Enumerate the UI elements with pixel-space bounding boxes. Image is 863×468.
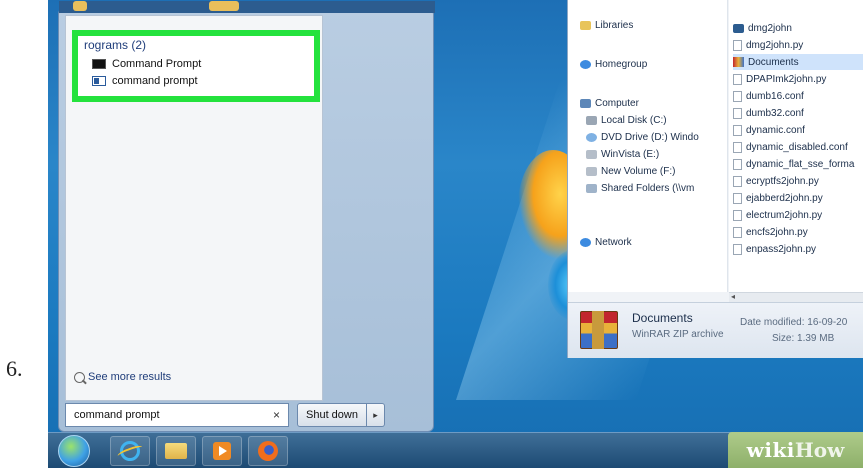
file-icon (733, 90, 742, 102)
file-item[interactable]: dumb16.conf (733, 88, 804, 104)
shutdown-options-arrow-icon[interactable]: ▸ (366, 403, 385, 427)
firefox-icon (258, 441, 278, 461)
cmd-window-icon (92, 76, 106, 86)
file-item[interactable]: dmg2john (733, 20, 792, 36)
shutdown-group: Shut down ▸ (297, 403, 385, 427)
usb-drive-icon (586, 167, 597, 176)
file-item[interactable]: dynamic_flat_sse_forma (733, 156, 854, 172)
file-item[interactable]: dynamic.conf (733, 122, 805, 138)
details-date-modified: Date modified: 16-09-20 (740, 317, 848, 328)
file-item[interactable]: electrum2john.py (733, 207, 822, 223)
nav-network[interactable]: Network (580, 237, 632, 248)
taskbar-media-player[interactable] (202, 436, 242, 466)
details-file-name: Documents (632, 311, 693, 325)
file-item[interactable]: dumb32.conf (733, 105, 804, 121)
file-icon (733, 209, 742, 221)
results-heading: rograms (2) (84, 38, 147, 52)
step-number: 6. (6, 356, 23, 381)
result-command-prompt-alt[interactable]: command prompt (92, 75, 198, 87)
file-icon (733, 226, 742, 238)
dvd-drive-icon (586, 133, 597, 142)
folder-icon (165, 443, 187, 459)
file-icon (733, 73, 742, 85)
horizontal-scrollbar[interactable]: ◂ (729, 292, 863, 302)
nav-new-volume[interactable]: New Volume (F:) (586, 166, 675, 177)
homegroup-icon (580, 60, 591, 69)
internet-explorer-icon (120, 441, 140, 461)
highlight-box: rograms (2) Command Prompt command promp… (72, 30, 320, 102)
desktop-screenshot: Libraries Homegroup Computer Local Disk … (48, 0, 863, 468)
file-item[interactable]: DPAPImk2john.py (733, 71, 826, 87)
start-orb-icon[interactable] (58, 435, 90, 467)
nav-computer[interactable]: Computer (580, 98, 639, 109)
search-results-panel: rograms (2) Command Prompt command promp… (65, 15, 323, 401)
nav-shared-folders[interactable]: Shared Folders (\\vm (586, 183, 694, 194)
file-item[interactable]: dmg2john.py (733, 37, 803, 53)
file-list: dmg2john dmg2john.py Documents DPAPImk2j… (729, 0, 863, 292)
libraries-icon (580, 21, 591, 30)
drive-icon (586, 150, 597, 159)
nav-winvista[interactable]: WinVista (E:) (586, 149, 659, 160)
search-input-value: command prompt (74, 409, 160, 421)
wikihow-watermark: wiki How (728, 432, 863, 468)
taskbar-firefox[interactable] (248, 436, 288, 466)
clear-search-icon[interactable]: × (273, 408, 280, 422)
file-item[interactable]: enpass2john.py (733, 241, 816, 257)
navigation-pane: Libraries Homegroup Computer Local Disk … (568, 0, 728, 292)
file-icon (733, 107, 742, 119)
explorer-window: Libraries Homegroup Computer Local Disk … (567, 0, 863, 358)
cmd-black-icon (92, 59, 106, 69)
file-item[interactable]: ejabberd2john.py (733, 190, 823, 206)
computer-icon (580, 99, 591, 108)
file-item[interactable]: dynamic_disabled.conf (733, 139, 848, 155)
pinned-icon (73, 1, 87, 11)
start-menu: rograms (2) Command Prompt command promp… (58, 1, 435, 432)
details-size: Size: 1.39 MB (772, 333, 835, 344)
taskbar-file-explorer[interactable] (156, 436, 196, 466)
file-icon (733, 141, 742, 153)
start-menu-top-strip (59, 1, 435, 13)
taskbar-internet-explorer[interactable] (110, 436, 150, 466)
hard-drive-icon (586, 116, 597, 125)
pinned-icon (209, 1, 239, 11)
shut-down-button[interactable]: Shut down (297, 403, 367, 427)
winrar-archive-icon (733, 57, 744, 67)
file-icon (733, 175, 742, 187)
file-icon (733, 39, 742, 51)
nav-libraries[interactable]: Libraries (580, 20, 633, 31)
details-pane: Documents WinRAR ZIP archive Date modifi… (568, 302, 863, 358)
file-icon (733, 124, 742, 136)
nav-dvd-drive[interactable]: DVD Drive (D:) Windo (586, 132, 699, 143)
file-item[interactable]: ecryptfs2john.py (733, 173, 819, 189)
file-icon (733, 158, 742, 170)
media-player-icon (213, 442, 231, 460)
file-icon (733, 192, 742, 204)
nav-homegroup[interactable]: Homegroup (580, 59, 647, 70)
file-item-selected[interactable]: Documents (733, 54, 863, 70)
winrar-belt-icon (592, 311, 604, 349)
executable-icon (733, 23, 744, 33)
start-search-input[interactable]: command prompt × (65, 403, 289, 427)
result-command-prompt[interactable]: Command Prompt (92, 58, 201, 70)
details-file-type: WinRAR ZIP archive (632, 329, 724, 340)
file-item[interactable]: encfs2john.py (733, 224, 808, 240)
network-drive-icon (586, 184, 597, 193)
scroll-left-icon[interactable]: ◂ (731, 292, 735, 301)
search-icon (74, 371, 85, 383)
file-icon (733, 243, 742, 255)
see-more-results-link[interactable]: See more results (74, 371, 171, 383)
nav-local-disk[interactable]: Local Disk (C:) (586, 115, 667, 126)
network-icon (580, 238, 591, 247)
